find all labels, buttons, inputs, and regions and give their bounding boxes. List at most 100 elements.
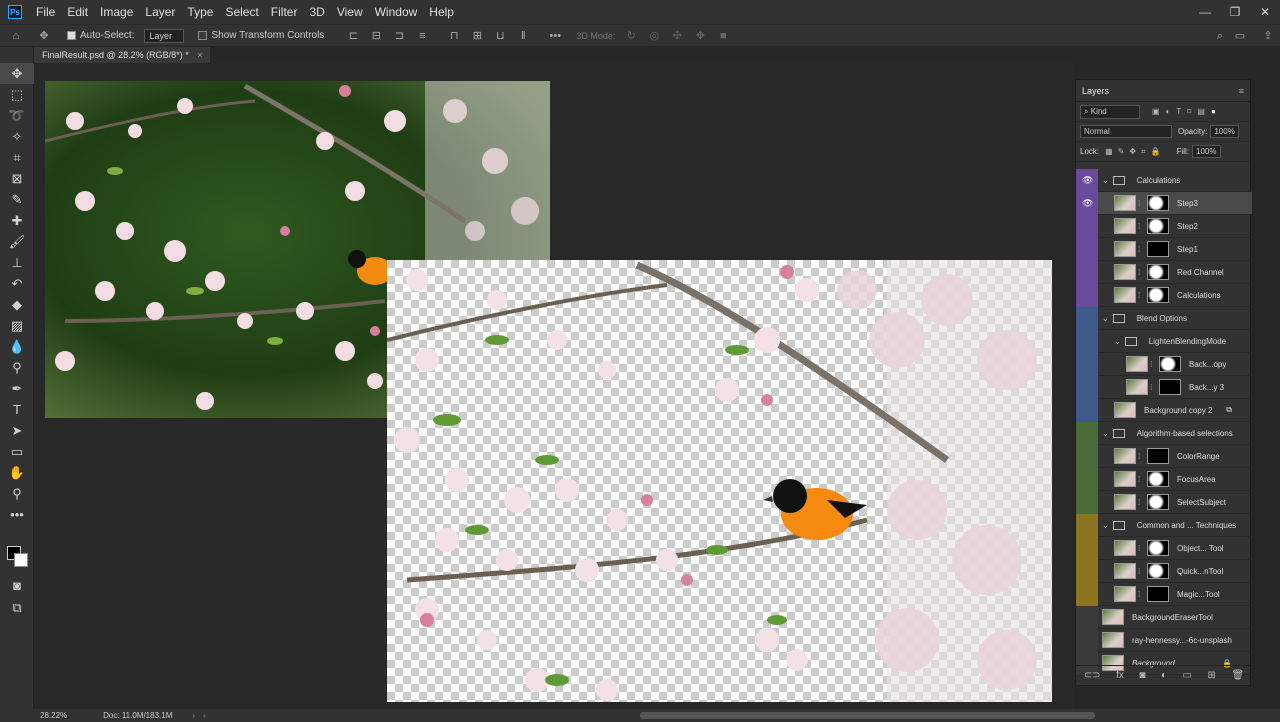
layer-row[interactable]: ray-hennessy...-6c-unsplash	[1076, 629, 1252, 652]
3d-camera-icon[interactable]: ■	[716, 30, 730, 42]
align-left-icon[interactable]: ⊏	[346, 30, 360, 42]
layer-color-tag[interactable]	[1076, 215, 1098, 238]
adjustment-icon[interactable]: ◐	[1161, 670, 1167, 681]
layer-mask-thumbnail[interactable]	[1147, 195, 1169, 211]
layer-name[interactable]: ray-hennessy...-6c-unsplash	[1132, 636, 1232, 645]
lock-position-icon[interactable]: ✥	[1129, 147, 1136, 156]
tab-close-icon[interactable]: ×	[197, 50, 202, 60]
layer-color-tag[interactable]	[1076, 468, 1098, 491]
layer-thumbnail[interactable]	[1114, 540, 1136, 556]
filter-smart-icon[interactable]: ▤	[1197, 107, 1205, 116]
layer-mask-thumbnail[interactable]	[1147, 471, 1169, 487]
layer-name[interactable]: FocusArea	[1177, 475, 1216, 484]
layer-name[interactable]: LightenBlendingMode	[1149, 337, 1226, 346]
layer-name[interactable]: Calculations	[1177, 291, 1221, 300]
mask-link-icon[interactable]: ⁞	[1138, 498, 1144, 507]
chevron-down-icon[interactable]: ⌄	[1114, 337, 1121, 346]
history-brush-tool-icon[interactable]: ↶	[0, 273, 34, 294]
layer-color-tag[interactable]	[1076, 376, 1098, 399]
auto-select-dropdown[interactable]: Layer	[144, 28, 185, 43]
layer-thumbnail[interactable]	[1126, 379, 1148, 395]
lock-all-icon[interactable]: 🔒	[1151, 147, 1161, 156]
layer-name[interactable]: Background copy 2	[1144, 406, 1213, 415]
layer-color-tag[interactable]	[1076, 261, 1098, 284]
mask-link-icon[interactable]: ⁞	[1138, 544, 1144, 553]
move-tool-icon[interactable]: ✥	[37, 30, 51, 42]
mask-link-icon[interactable]: ⁞	[1138, 590, 1144, 599]
status-arrow-icon[interactable]: ›	[192, 711, 195, 720]
quick-mask-icon[interactable]: ◙	[0, 575, 34, 596]
search-icon[interactable]: ⌕	[1213, 30, 1227, 42]
mask-link-icon[interactable]: ⁞	[1138, 452, 1144, 461]
move-tool-icon[interactable]: ✥	[0, 63, 34, 84]
layer-mask-thumbnail[interactable]	[1147, 218, 1169, 234]
layer-row[interactable]: ⁞ SelectSubject	[1076, 491, 1252, 514]
mask-link-icon[interactable]: ⁞	[1138, 475, 1144, 484]
layer-row[interactable]: ⁞ Step1	[1076, 238, 1252, 261]
close-button[interactable]: ✕	[1250, 0, 1280, 24]
mask-link-icon[interactable]: ⁞	[1150, 383, 1156, 392]
3d-slide-icon[interactable]: ✥	[693, 30, 707, 42]
layer-row[interactable]: 👁 ⁞ Step3	[1076, 192, 1252, 215]
menu-edit[interactable]: Edit	[61, 5, 94, 19]
layer-row[interactable]: ⁞ ColorRange	[1076, 445, 1252, 468]
layer-color-tag[interactable]	[1076, 307, 1098, 330]
layer-row[interactable]: ⁞ Back...y 3	[1076, 376, 1252, 399]
document-tab[interactable]: FinalResult.psd @ 28.2% (RGB/8*) * ×	[34, 47, 211, 63]
layer-name[interactable]: Step2	[1177, 222, 1198, 231]
layer-color-tag[interactable]	[1076, 583, 1098, 606]
menu-select[interactable]: Select	[219, 5, 264, 19]
type-tool-icon[interactable]: T	[0, 399, 34, 420]
layer-thumbnail[interactable]	[1114, 586, 1136, 602]
layer-mask-thumbnail[interactable]	[1147, 586, 1169, 602]
layer-color-tag[interactable]	[1076, 330, 1098, 353]
minimize-button[interactable]: —	[1190, 0, 1220, 24]
menu-filter[interactable]: Filter	[265, 5, 304, 19]
fill-input[interactable]: 100%	[1192, 145, 1221, 158]
layer-thumbnail[interactable]	[1102, 609, 1124, 625]
layer-group-row[interactable]: 👁 ⌄ Calculations	[1076, 169, 1252, 192]
layer-color-tag[interactable]: 👁	[1076, 192, 1098, 215]
layer-name[interactable]: Back...opy	[1189, 360, 1226, 369]
mask-link-icon[interactable]: ⁞	[1138, 268, 1144, 277]
mask-icon[interactable]: ◙	[1139, 670, 1145, 681]
layer-name[interactable]: ColorRange	[1177, 452, 1220, 461]
layer-group-row[interactable]: ⌄ LightenBlendingMode	[1076, 330, 1252, 353]
mask-link-icon[interactable]: ⁞	[1138, 222, 1144, 231]
layer-name[interactable]: Back...y 3	[1189, 383, 1224, 392]
layer-color-tag[interactable]: 👁	[1076, 169, 1098, 192]
layer-thumbnail[interactable]	[1126, 356, 1148, 372]
menu-image[interactable]: Image	[94, 5, 139, 19]
filter-adjust-icon[interactable]: ◐	[1166, 107, 1171, 116]
crop-tool-icon[interactable]: ⌗	[0, 147, 34, 168]
layer-color-tag[interactable]	[1076, 353, 1098, 376]
share-icon[interactable]: ⇪	[1261, 30, 1275, 42]
layer-thumbnail[interactable]	[1114, 264, 1136, 280]
layer-thumbnail[interactable]	[1114, 241, 1136, 257]
layer-thumbnail[interactable]	[1114, 471, 1136, 487]
eyedropper-tool-icon[interactable]: ✎	[0, 189, 34, 210]
layer-name[interactable]: Common and ... Techniques	[1137, 521, 1236, 530]
show-transform-option[interactable]: Show Transform Controls	[198, 30, 324, 41]
layer-name[interactable]: Algorithm-based selections	[1137, 429, 1233, 438]
lock-pixels-icon[interactable]: ✎	[1118, 147, 1125, 156]
marquee-tool-icon[interactable]: ⬚	[0, 84, 34, 105]
layer-name[interactable]: Object... Tool	[1177, 544, 1224, 553]
doc-size[interactable]: Doc: 11.0M/183.1M	[103, 711, 172, 720]
chevron-down-icon[interactable]: ⌄	[1102, 521, 1109, 530]
hand-tool-icon[interactable]: ✋	[0, 462, 34, 483]
gradient-tool-icon[interactable]: ▨	[0, 315, 34, 336]
pen-tool-icon[interactable]: ✒	[0, 378, 34, 399]
layer-row[interactable]: ⁞ Object... Tool	[1076, 537, 1252, 560]
trash-icon[interactable]: 🗑	[1231, 670, 1244, 681]
distribute-icon[interactable]: ≡	[415, 30, 429, 42]
layers-panel-title[interactable]: Layers	[1082, 86, 1109, 96]
right-scrollbar[interactable]	[1253, 63, 1280, 709]
layer-row[interactable]: BackgroundEraserTool	[1076, 606, 1252, 629]
layer-row[interactable]: ⁞ Calculations	[1076, 284, 1252, 307]
layer-color-tag[interactable]	[1076, 422, 1098, 445]
layer-mask-thumbnail[interactable]	[1147, 448, 1169, 464]
layer-thumbnail[interactable]	[1114, 195, 1136, 211]
layer-row[interactable]: ⁞ Step2	[1076, 215, 1252, 238]
layer-mask-thumbnail[interactable]	[1147, 264, 1169, 280]
